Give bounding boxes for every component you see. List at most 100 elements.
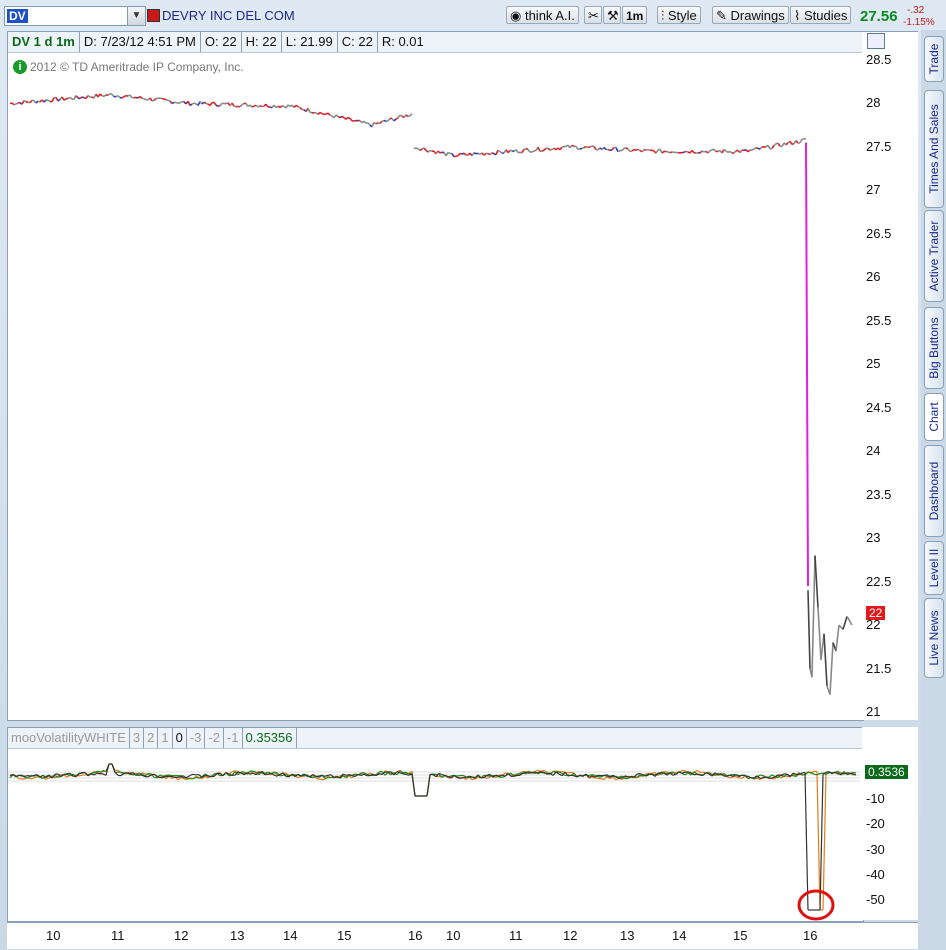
price-candle-day2 — [507, 149, 511, 154]
price-candle-day1 — [381, 119, 385, 122]
price-candle-day2 — [745, 149, 749, 153]
price-candle-day2 — [547, 147, 551, 151]
price-candle-day1 — [171, 101, 175, 105]
price-candle-day1 — [69, 96, 73, 100]
price-candle-day2 — [669, 151, 673, 154]
indicator-green-line — [516, 772, 521, 775]
price-candle-day1 — [167, 99, 171, 102]
price-candle-day2 — [515, 149, 519, 154]
indicator-black-line — [576, 774, 581, 778]
indicator-black-line — [648, 773, 653, 776]
indicator-black-line — [399, 772, 404, 775]
price-candle-day1 — [315, 112, 319, 116]
price-candle-day1 — [21, 100, 25, 105]
price-candle-day2 — [667, 151, 671, 154]
price-candle-day1 — [383, 119, 387, 122]
price-candle-day1 — [255, 104, 259, 108]
price-candle-day1 — [321, 112, 325, 116]
price-candle-day2 — [473, 152, 477, 155]
price-candle-day2 — [575, 145, 579, 150]
price-candle-day2 — [583, 145, 587, 149]
price-candle-day1 — [375, 122, 379, 125]
price-candle-day1 — [11, 102, 15, 106]
price-candle-day1 — [297, 105, 301, 109]
price-candle-day2 — [581, 146, 585, 150]
indicator-green-line — [66, 773, 71, 777]
price-candle-day2 — [451, 153, 455, 158]
price-candle-day2 — [543, 147, 547, 151]
price-candle-day2 — [753, 147, 757, 150]
indicator-orange-line — [600, 778, 605, 781]
price-candle-day2 — [723, 148, 727, 152]
indicator-black-line — [426, 774, 431, 797]
price-candle-day1 — [393, 118, 397, 122]
price-candle-day1 — [409, 113, 413, 117]
indicator-black-line — [696, 773, 701, 776]
indicator-orange-line — [726, 776, 731, 779]
price-candle-day1 — [219, 102, 223, 107]
price-candle-day2 — [739, 149, 743, 154]
indicator-black-line — [279, 772, 284, 775]
indicator-orange-line — [816, 771, 821, 911]
price-candle-day2 — [701, 150, 705, 153]
price-candle-day1 — [359, 120, 363, 124]
price-candle-day2 — [759, 146, 763, 150]
indicator-black-line — [537, 771, 542, 774]
price-candle-day1 — [87, 94, 91, 98]
price-candle-day2 — [587, 146, 591, 149]
price-candle-day1 — [203, 101, 207, 105]
price-candle-day1 — [249, 104, 253, 108]
indicator-orange-line — [597, 777, 602, 780]
price-candle-day2 — [499, 150, 503, 154]
indicator-green-line — [819, 772, 824, 775]
price-candle-day2 — [631, 148, 635, 152]
indicator-black-line — [93, 772, 98, 776]
indicator-black-line — [63, 773, 68, 776]
indicator-green-line — [168, 774, 173, 777]
price-candle-day1 — [213, 101, 217, 106]
indicator-black-line — [540, 771, 545, 774]
price-candle-day2 — [537, 146, 541, 152]
price-candle-day2 — [767, 144, 771, 150]
indicator-orange-line — [33, 776, 38, 779]
indicator-green-line — [345, 775, 350, 778]
price-candle-day1 — [191, 102, 195, 105]
price-candle-day1 — [265, 103, 269, 108]
price-candle-day2 — [611, 146, 615, 151]
price-candle-day1 — [347, 116, 351, 120]
indicator-orange-line — [822, 773, 827, 911]
indicator-green-line — [99, 770, 104, 773]
price-candle-day1 — [215, 104, 219, 107]
price-candle-day2 — [709, 149, 713, 152]
price-candle-day1 — [201, 101, 205, 105]
indicator-orange-line — [78, 774, 83, 777]
indicator-black-line — [468, 775, 473, 778]
indicator-black-line — [39, 774, 44, 778]
price-candle-day1 — [279, 105, 283, 109]
indicator-black-line — [747, 775, 752, 779]
price-candle-day2 — [733, 150, 737, 154]
price-candle-day1 — [23, 99, 27, 103]
price-candle-day2 — [531, 150, 535, 153]
price-candle-day1 — [293, 104, 297, 108]
price-candle-day2 — [655, 149, 659, 154]
price-candle-post — [842, 616, 848, 630]
indicator-black-line — [24, 775, 29, 777]
price-candle-day2 — [623, 147, 627, 150]
indicator-black-line — [186, 774, 191, 778]
price-candle-day1 — [299, 106, 303, 111]
price-candle-day1 — [163, 98, 167, 101]
indicator-orange-line — [63, 774, 68, 778]
indicator-green-line — [96, 770, 101, 773]
indicator-black-line — [315, 775, 320, 778]
price-candle-day1 — [35, 100, 39, 104]
price-candle-day2 — [589, 145, 593, 148]
price-candle-day1 — [117, 95, 121, 99]
price-candle-day1 — [317, 111, 321, 116]
price-candle-day2 — [661, 150, 665, 154]
price-candle-day2 — [621, 147, 625, 152]
price-candle-day2 — [777, 142, 781, 147]
price-candle-day1 — [349, 117, 353, 122]
indicator-green-line — [342, 775, 347, 778]
price-candle-day2 — [593, 146, 597, 150]
